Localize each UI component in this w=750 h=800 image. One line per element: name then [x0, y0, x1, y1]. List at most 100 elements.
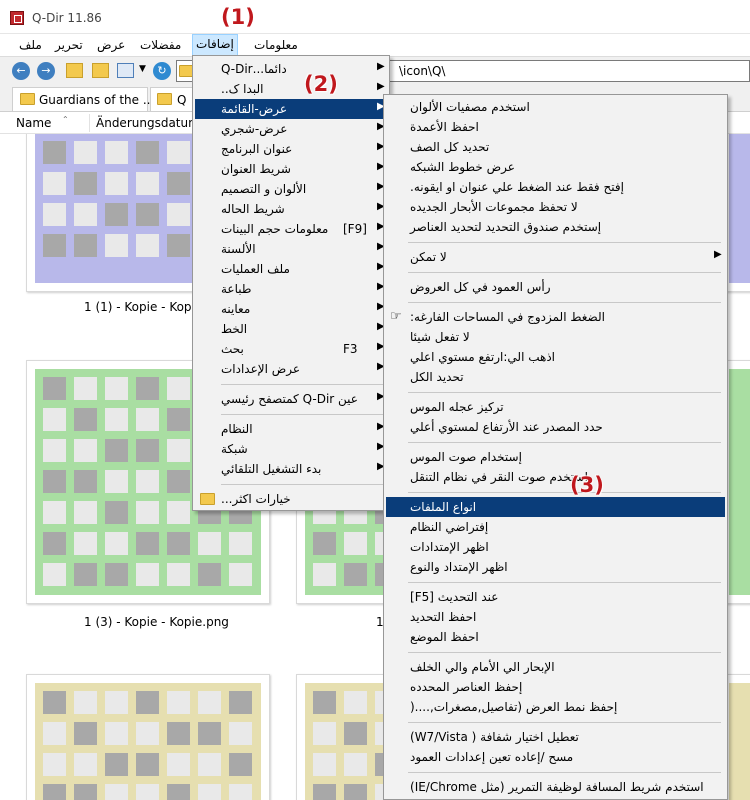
tab-q[interactable]: Q — [150, 87, 194, 111]
menu-extras[interactable]: إضافات — [192, 34, 238, 56]
chevron-down-icon[interactable]: ▼ — [139, 64, 146, 74]
refresh-icon[interactable]: ↻ — [153, 62, 171, 80]
m2-item[interactable]: لا تفعل شيئا — [386, 327, 725, 347]
m2-item[interactable]: عرض خطوط الشبكه — [386, 157, 725, 177]
thumbnail[interactable] — [26, 674, 270, 800]
callout-2: (2) — [304, 72, 338, 96]
column-name[interactable]: ⌃ Name — [16, 115, 69, 130]
menu-separator — [408, 772, 721, 773]
m2-item[interactable]: إفتراضي النظام — [386, 517, 725, 537]
m1-item[interactable]: عين Q-Dir كمتصفح رئيسي ▶ — [195, 389, 387, 409]
image-cell — [105, 203, 128, 226]
image-cell — [43, 753, 66, 776]
m1-item[interactable]: عرض-شجري ▶ — [195, 119, 387, 139]
m2-item[interactable]: إفتح فقط عند الضغط علي عنوان او ايقونه. — [386, 177, 725, 197]
m2-item[interactable]: احفظ التحديد — [386, 607, 725, 627]
m2-item[interactable]: استخدم صوت النقر في نظام التنقل — [386, 467, 725, 487]
image-cell — [74, 532, 97, 555]
column-divider[interactable] — [89, 114, 90, 132]
image-cell — [136, 784, 159, 800]
m1-item[interactable]: طباعة ▶ — [195, 279, 387, 299]
image-preview — [729, 683, 750, 800]
m1-item[interactable]: شريط الحاله ▶ — [195, 199, 387, 219]
m1-item[interactable]: خيارات اكثر... — [195, 489, 387, 509]
app-icon[interactable] — [10, 11, 24, 25]
m2-item[interactable]: تركيز عجله الموس — [386, 397, 725, 417]
menu-file[interactable]: ملف — [16, 37, 45, 56]
m1-item[interactable]: النظام ▶ — [195, 419, 387, 439]
menu-view[interactable]: عرض — [94, 37, 128, 56]
m1-item[interactable]: دائما...Q-Dir ▶ — [195, 59, 387, 79]
m2-item[interactable]: احفظ الموضع — [386, 627, 725, 647]
image-cell — [74, 753, 97, 776]
m2-item[interactable]: لا تمكن ▶ — [386, 247, 725, 267]
m2-item[interactable]: الإبحار الي الأمام والي الخلف — [386, 657, 725, 677]
back-icon[interactable]: ← — [12, 62, 30, 80]
m2-item[interactable]: الضغط المزدوج في المساحات الفارغه: ☞ — [386, 307, 725, 327]
image-cell — [229, 532, 252, 555]
image-cell — [74, 408, 97, 431]
menu-item-label: عرض-شجري — [221, 122, 288, 136]
m1-item[interactable]: ملف العمليات ▶ — [195, 259, 387, 279]
m1-item[interactable]: الألسنة ▶ — [195, 239, 387, 259]
menu-item-label: احفظ الموضع — [410, 630, 479, 644]
m2-item[interactable]: تحديد كل الصف — [386, 137, 725, 157]
m1-item[interactable]: شريط العنوان ▶ — [195, 159, 387, 179]
m2-item[interactable]: اظهر الإمتدادات — [386, 537, 725, 557]
m1-item[interactable]: عرض-القائمة ▶ — [195, 99, 387, 119]
folder-icon — [20, 93, 35, 105]
forward-icon[interactable]: → — [37, 62, 55, 80]
m2-item[interactable]: رأس العمود في كل العروض — [386, 277, 725, 297]
m1-item[interactable]: الخط ▶ — [195, 319, 387, 339]
image-cell — [74, 691, 97, 714]
m1-item[interactable]: بحث F3 ▶ — [195, 339, 387, 359]
column-date[interactable]: Änderungsdatum — [96, 116, 200, 130]
menu-info[interactable]: معلومات — [251, 37, 301, 56]
m2-item[interactable]: تعطيل اختيار شفافة ( W7/Vista) — [386, 727, 725, 747]
menu-favorites[interactable]: مفضلات — [137, 37, 184, 56]
m2-item[interactable]: إستخدم صندوق التحديد لتحديد العناصر — [386, 217, 725, 237]
m2-item[interactable]: اذهب الي:ارتفع مستوي اعلي — [386, 347, 725, 367]
menu-item-label: إحفظ العناصر المحدده — [410, 680, 523, 694]
image-cell — [167, 563, 190, 586]
m2-item[interactable]: إستخدام صوت الموس — [386, 447, 725, 467]
m2-item[interactable]: انواع الملفات — [386, 497, 725, 517]
callout-3: (3) — [570, 473, 604, 497]
m2-item[interactable]: استخدم مصفيات الألوان — [386, 97, 725, 117]
folder-up-icon[interactable] — [66, 63, 83, 78]
m2-item[interactable]: لا تحفظ مجموعات الأبحار الجديده — [386, 197, 725, 217]
image-cell — [136, 470, 159, 493]
m1-item[interactable]: بدء التشغيل التلقائي ▶ — [195, 459, 387, 479]
menu-separator — [221, 384, 383, 385]
image-cell — [74, 784, 97, 800]
m2-item[interactable]: حدد المصدر عند الأرتفاع لمستوي أعلي — [386, 417, 725, 437]
m2-item[interactable]: اظهر الإمتداد والنوع — [386, 557, 725, 577]
menu-item-label: تحديد الكل — [410, 370, 464, 384]
m2-item[interactable]: مسح /إعاده تعين إعدادات العمود — [386, 747, 725, 767]
image-cell — [167, 203, 190, 226]
m1-item[interactable]: معاينه ▶ — [195, 299, 387, 319]
m2-item[interactable]: إحفظ العناصر المحدده — [386, 677, 725, 697]
menu-edit[interactable]: تحرير — [52, 37, 86, 56]
tab-guardians[interactable]: Guardians of the ... — [12, 87, 154, 111]
m2-item[interactable]: إحفظ نمط العرض (تفاصيل,مصغرات,....( — [386, 697, 725, 717]
m2-item[interactable]: عند التحديث [F5] — [386, 587, 725, 607]
image-cell — [74, 234, 97, 257]
image-cell — [74, 501, 97, 524]
new-folder-icon[interactable] — [92, 63, 109, 78]
m1-item[interactable]: عرض الإعدادات ▶ — [195, 359, 387, 379]
m2-item[interactable]: تحديد الكل — [386, 367, 725, 387]
menu-item-label: تركيز عجله الموس — [410, 400, 504, 414]
menu-item-label: بدء التشغيل التلقائي — [221, 462, 322, 476]
view-grid-icon[interactable] — [117, 63, 134, 78]
m1-item[interactable]: شبكة ▶ — [195, 439, 387, 459]
m1-item[interactable]: البدا ک.. ▶ — [195, 79, 387, 99]
image-cell — [43, 563, 66, 586]
m1-item[interactable]: عنوان البرنامج ▶ — [195, 139, 387, 159]
image-preview — [35, 683, 261, 800]
m1-item[interactable]: الألوان و التصميم ▶ — [195, 179, 387, 199]
menu-item-label: شبكة — [221, 442, 248, 456]
m1-item[interactable]: معلومات حجم البينات [F9] ▶ — [195, 219, 387, 239]
m2-item[interactable]: احفظ الأعمدة — [386, 117, 725, 137]
m2-item[interactable]: استخدم شريط المسافة لوظيفة التمرير (مثل … — [386, 777, 725, 797]
